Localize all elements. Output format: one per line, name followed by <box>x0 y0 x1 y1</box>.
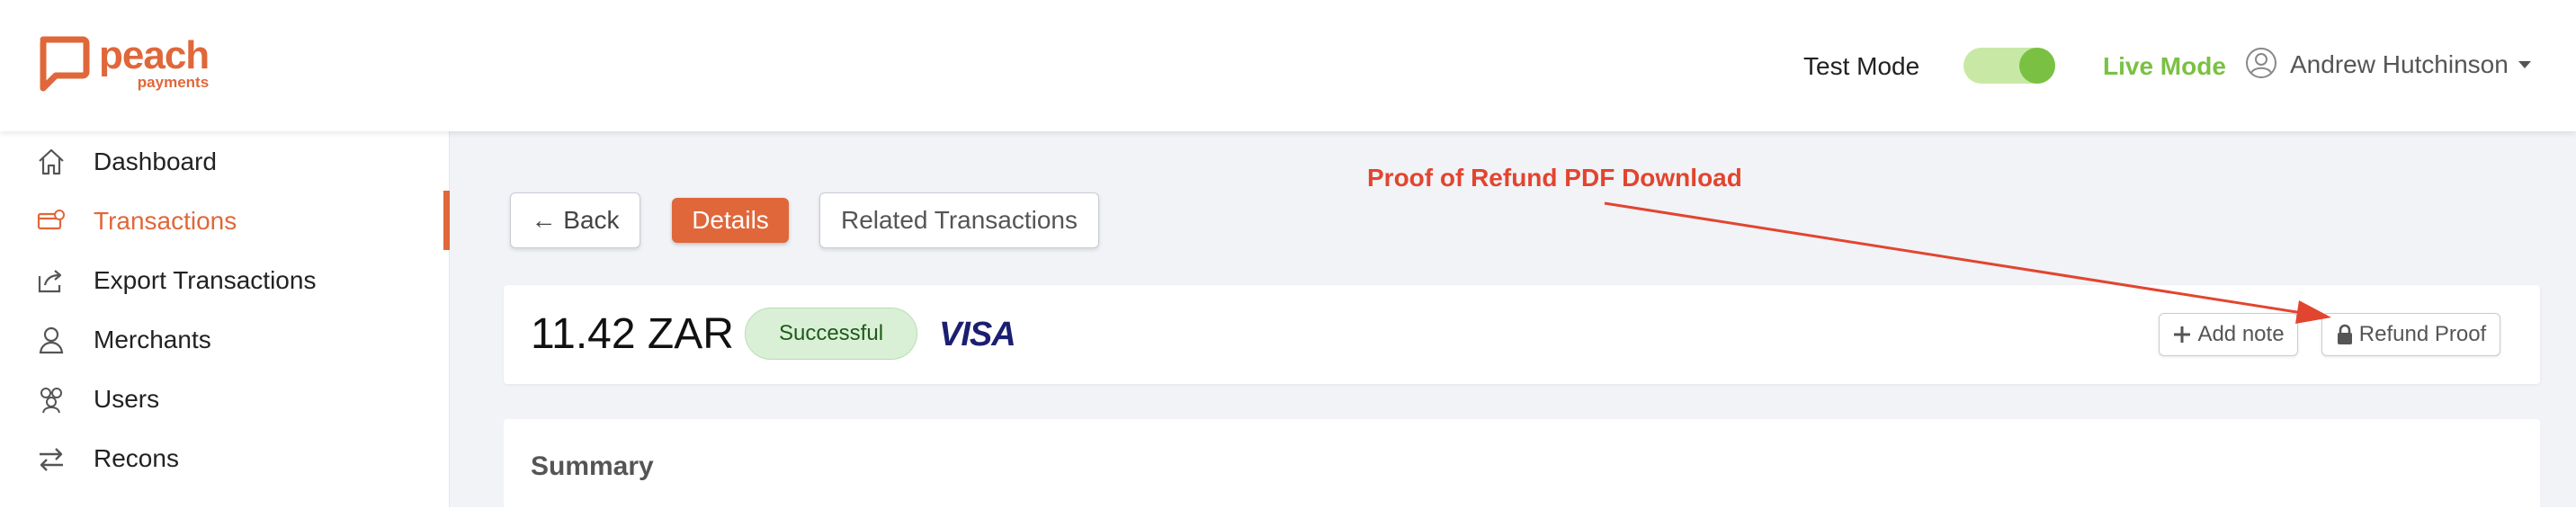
lock-icon <box>2336 324 2354 345</box>
swap-arrows-icon <box>40 448 63 471</box>
annotation-callout: Proof of Refund PDF Download <box>1367 164 1742 192</box>
sidebar-item-label: Merchants <box>94 326 211 353</box>
add-note-label: Add note <box>2197 322 2285 346</box>
active-indicator <box>443 191 450 250</box>
add-note-button[interactable]: Add note <box>2159 313 2298 356</box>
export-icon <box>38 270 62 293</box>
merchant-icon <box>39 326 64 354</box>
live-mode-label: Live Mode <box>2103 52 2226 80</box>
top-bar: peach payments Test Mode Live Mode Andre… <box>0 0 2576 131</box>
sidebar-item-label: Transactions <box>94 207 237 235</box>
sidebar-item-recons[interactable]: Recons <box>0 428 450 487</box>
users-icon <box>40 388 62 414</box>
chevron-down-icon[interactable] <box>2518 61 2531 68</box>
sidebar-item-label: Export Transactions <box>94 266 317 294</box>
sidebar-item-transactions[interactable]: Transactions <box>0 191 450 250</box>
user-avatar-icon[interactable] <box>2245 47 2277 79</box>
sidebar-item-dashboard[interactable]: Dashboard <box>0 131 450 191</box>
test-mode-label: Test Mode <box>1803 52 1920 80</box>
sidebar: Dashboard Transactions Export Transactio… <box>0 131 450 507</box>
logo-wordmark: peach <box>99 33 210 77</box>
home-icon <box>39 148 64 175</box>
summary-heading: Summary <box>531 451 654 481</box>
sidebar-item-label: Dashboard <box>94 147 217 175</box>
tab-related-transactions[interactable]: Related Transactions <box>819 192 1099 248</box>
plus-icon <box>2172 325 2192 344</box>
peach-payments-logo[interactable]: peach payments <box>36 33 210 92</box>
transaction-amount: 11.42 ZAR <box>531 310 734 358</box>
logo-mark-icon <box>40 36 90 92</box>
back-button[interactable]: ← Back <box>510 192 640 248</box>
sidebar-item-label: Recons <box>94 444 179 472</box>
sidebar-item-users[interactable]: Users <box>0 369 450 428</box>
sidebar-item-merchants[interactable]: Merchants <box>0 309 450 369</box>
card-icon <box>37 210 65 230</box>
status-badge: Successful <box>745 308 917 360</box>
toggle-knob <box>2019 48 2055 84</box>
refund-proof-label: Refund Proof <box>2358 322 2487 346</box>
visa-logo: VISA <box>939 316 1016 353</box>
sidebar-item-label: Users <box>94 385 160 413</box>
summary-card <box>504 419 2540 527</box>
refund-proof-button[interactable]: Refund Proof <box>2321 313 2500 356</box>
tab-details[interactable]: Details <box>672 198 789 243</box>
sidebar-item-export-transactions[interactable]: Export Transactions <box>0 250 450 309</box>
mode-toggle[interactable] <box>1963 48 2055 84</box>
user-menu-name[interactable]: Andrew Hutchinson <box>2290 50 2509 79</box>
